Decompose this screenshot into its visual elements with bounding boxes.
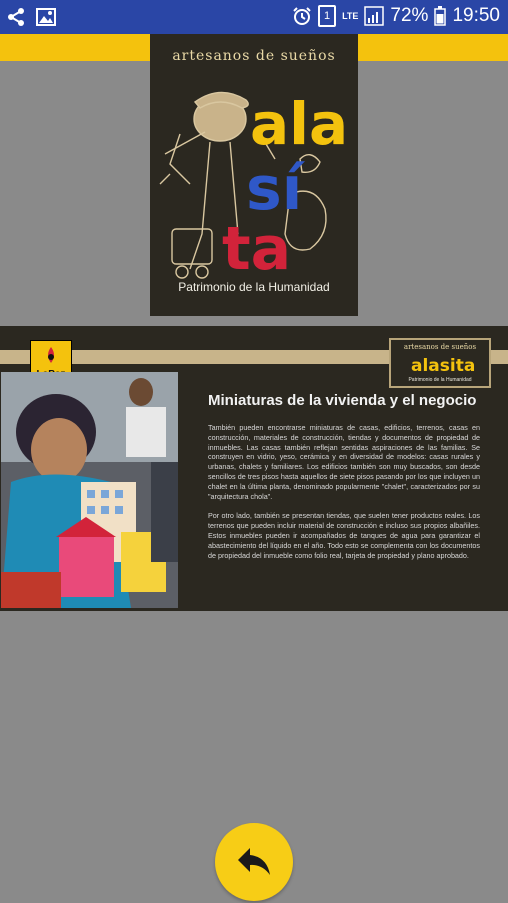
mini-logo-word: alasita <box>411 356 475 376</box>
clock: 19:50 <box>452 5 500 26</box>
cover-word-ta: ta <box>222 214 291 284</box>
battery-percent: 72% <box>390 5 429 26</box>
mini-logo: artesanos de sueños alasita Patrimonio d… <box>389 338 491 388</box>
article-paragraph: También pueden encontrarse miniaturas de… <box>208 423 480 501</box>
cover-word-ala: ala <box>250 90 348 158</box>
lte-icon: LTE <box>342 11 359 21</box>
sim-icon: 1 <box>318 5 337 27</box>
back-button[interactable] <box>215 823 293 901</box>
reply-arrow-icon <box>238 848 270 875</box>
mini-logo-tagline: Patrimonio de la Humanidad <box>408 377 472 383</box>
image-icon <box>36 8 56 26</box>
article-paragraph: Por otro lado, también se presentan tien… <box>208 511 480 560</box>
cover-illustration: ala sí ta <box>159 90 348 284</box>
article-text: Miniaturas de la vivienda y el negocio T… <box>208 392 480 570</box>
battery-icon <box>434 6 447 26</box>
status-bar: 1 LTE 72% 19:50 <box>0 0 508 34</box>
alasita-cover: artesanos de sueños ala sí ta Patrimonio… <box>150 34 358 316</box>
cover-tagline: Patrimonio de la Humanidad <box>178 280 330 294</box>
share-icon <box>8 8 24 26</box>
signal-icon <box>364 6 385 26</box>
alarm-icon <box>293 7 311 25</box>
artisan-photo <box>1 372 178 608</box>
article-title: Miniaturas de la vivienda y el negocio <box>208 392 477 409</box>
mini-logo-subtitle: artesanos de sueños <box>403 343 477 351</box>
